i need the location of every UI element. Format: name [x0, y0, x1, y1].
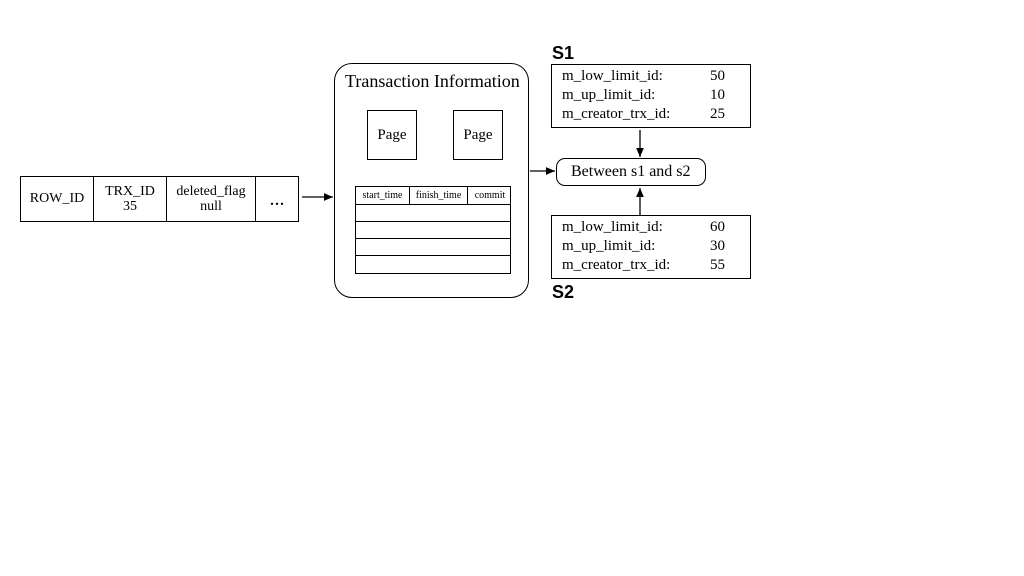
field-key: m_up_limit_id:	[562, 237, 655, 256]
log-row	[356, 256, 510, 273]
s2-field: m_up_limit_id: 30	[562, 237, 740, 256]
log-row	[356, 239, 510, 256]
row-cell-deletedflag: deleted_flag null	[166, 176, 256, 222]
log-table: start_time finish_time commit	[355, 186, 511, 274]
row-cell-value: 35	[123, 199, 137, 214]
s1-field: m_up_limit_id: 10	[562, 86, 740, 105]
row-cell-label: deleted_flag	[176, 184, 245, 199]
field-key: m_low_limit_id:	[562, 67, 663, 86]
row-cell-trxid: TRX_ID 35	[93, 176, 167, 222]
row-cell-label: TRX_ID	[105, 184, 155, 199]
page-box-2: Page	[453, 110, 503, 160]
field-key: m_creator_trx_id:	[562, 105, 670, 124]
s1-field: m_low_limit_id: 50	[562, 67, 740, 86]
s1-field: m_creator_trx_id: 25	[562, 105, 740, 124]
row-cell-rowid: ROW_ID	[20, 176, 94, 222]
transaction-info-box: Transaction Information Page Page start_…	[334, 63, 529, 298]
log-header-commit: commit	[468, 187, 512, 204]
log-row	[356, 205, 510, 222]
s2-box: m_low_limit_id: 60 m_up_limit_id: 30 m_c…	[551, 215, 751, 279]
row-record: ROW_ID TRX_ID 35 deleted_flag null ...	[20, 176, 299, 222]
page-box-1: Page	[367, 110, 417, 160]
row-cell-value: null	[200, 199, 222, 214]
log-header-finish: finish_time	[410, 187, 468, 204]
field-val: 60	[710, 218, 740, 237]
field-val: 50	[710, 67, 740, 86]
field-key: m_up_limit_id:	[562, 86, 655, 105]
transaction-info-title: Transaction Information	[345, 71, 520, 92]
s2-field: m_creator_trx_id: 55	[562, 256, 740, 275]
field-key: m_creator_trx_id:	[562, 256, 670, 275]
s2-label: S2	[552, 282, 574, 303]
between-label: Between s1 and s2	[571, 163, 691, 181]
field-val: 30	[710, 237, 740, 256]
field-val: 55	[710, 256, 740, 275]
row-cell-label: ...	[270, 188, 285, 210]
log-row	[356, 222, 510, 239]
between-box: Between s1 and s2	[556, 158, 706, 186]
s1-label: S1	[552, 43, 574, 64]
s1-box: m_low_limit_id: 50 m_up_limit_id: 10 m_c…	[551, 64, 751, 128]
row-cell-label: ROW_ID	[30, 191, 84, 206]
row-cell-ellipsis: ...	[255, 176, 299, 222]
log-header-start: start_time	[356, 187, 410, 204]
s2-field: m_low_limit_id: 60	[562, 218, 740, 237]
field-val: 10	[710, 86, 740, 105]
page-label: Page	[463, 127, 492, 144]
field-key: m_low_limit_id:	[562, 218, 663, 237]
page-label: Page	[377, 127, 406, 144]
field-val: 25	[710, 105, 740, 124]
log-table-header: start_time finish_time commit	[356, 187, 510, 205]
